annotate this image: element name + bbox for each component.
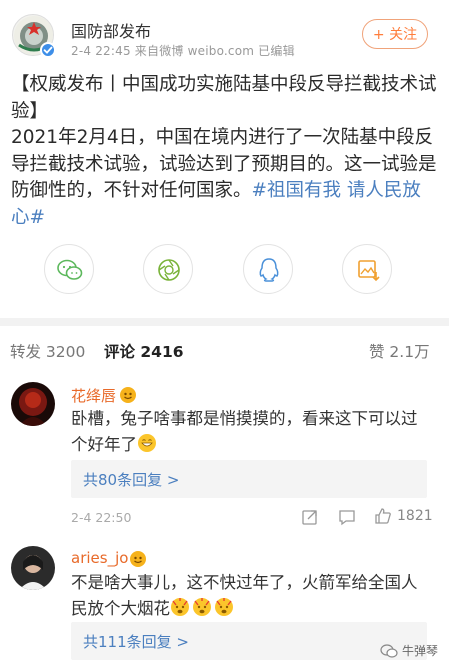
moments-icon: [158, 259, 180, 281]
watermark-text: 牛弹琴: [402, 644, 439, 658]
comment-item: 花绛唇 卧槽，兔子啥事都是悄摸摸的，看来这下可以过个好年了 共80条回复 > 2…: [0, 372, 449, 540]
fireworks-emoji-icon: [215, 598, 233, 616]
share-comment-icon[interactable]: [301, 508, 319, 526]
grin-emoji-icon: [138, 434, 156, 452]
post-text: 2021年2月4日，中国在境内进行了一次陆基中段反导拦截技术试验，试验达到了预期…: [11, 125, 439, 231]
member-badge-icon: [120, 387, 136, 403]
post-time-source: 2-4 22:45 来自微博 weibo.com 已编辑: [71, 44, 295, 58]
comment-text-content: 卧槽，兔子啥事都是悄摸摸的，看来这下可以过个好年了: [71, 409, 418, 454]
post-header: 国防部发布 2-4 22:45 来自微博 weibo.com 已编辑 + 关注: [0, 0, 449, 68]
share-qq-button[interactable]: [243, 244, 293, 294]
member-badge-icon: [130, 551, 146, 567]
commenter-avatar[interactable]: [11, 546, 55, 590]
comment-text-content: 不是啥大事儿，这不快过年了，火箭军给全国人民放个大烟花: [71, 573, 418, 618]
tab-likes[interactable]: 赞 2.1万: [369, 340, 430, 362]
like-comment-icon[interactable]: [374, 507, 392, 525]
share-image-button[interactable]: [342, 244, 392, 294]
author-name[interactable]: 国防部发布: [71, 18, 151, 42]
commenter-avatar[interactable]: [11, 382, 55, 426]
qq-icon: [259, 258, 279, 282]
post-content: 【权威发布丨中国成功实施陆基中段反导拦截技术试验】 2021年2月4日，中国在境…: [11, 72, 439, 231]
watermark: 牛弹琴: [380, 642, 438, 659]
verified-badge-icon: [40, 42, 56, 58]
share-wechat-button[interactable]: [44, 244, 94, 294]
comment-text: 不是啥大事儿，这不快过年了，火箭军给全国人民放个大烟花: [71, 570, 431, 622]
commenter-name[interactable]: aries_jo: [71, 549, 128, 567]
share-row: [0, 244, 449, 296]
share-moments-button[interactable]: [143, 244, 193, 294]
post-title: 【权威发布丨中国成功实施陆基中段反导拦截技术试验】: [11, 74, 437, 122]
save-image-icon: [358, 260, 380, 282]
tab-reposts[interactable]: 转发 3200: [10, 340, 85, 362]
commenter-name[interactable]: 花绛唇: [71, 385, 116, 406]
fireworks-emoji-icon: [171, 598, 189, 616]
wechat-watermark-icon: [380, 643, 398, 658]
wechat-icon: [57, 259, 83, 280]
view-replies-button[interactable]: 共111条回复 >: [71, 622, 427, 660]
section-divider: [0, 318, 449, 326]
interaction-tabs: 转发 3200 评论 2416 赞 2.1万: [0, 326, 449, 370]
fireworks-emoji-icon: [193, 598, 211, 616]
follow-button[interactable]: + 关注: [362, 19, 428, 49]
comment-text: 卧槽，兔子啥事都是悄摸摸的，看来这下可以过个好年了: [71, 406, 431, 458]
reply-comment-icon[interactable]: [338, 508, 356, 526]
comment-time: 2-4 22:50: [71, 510, 132, 525]
tab-comments[interactable]: 评论 2416: [104, 340, 184, 362]
view-replies-button[interactable]: 共80条回复 >: [71, 460, 427, 498]
comment-like-count: 1821: [397, 508, 433, 524]
